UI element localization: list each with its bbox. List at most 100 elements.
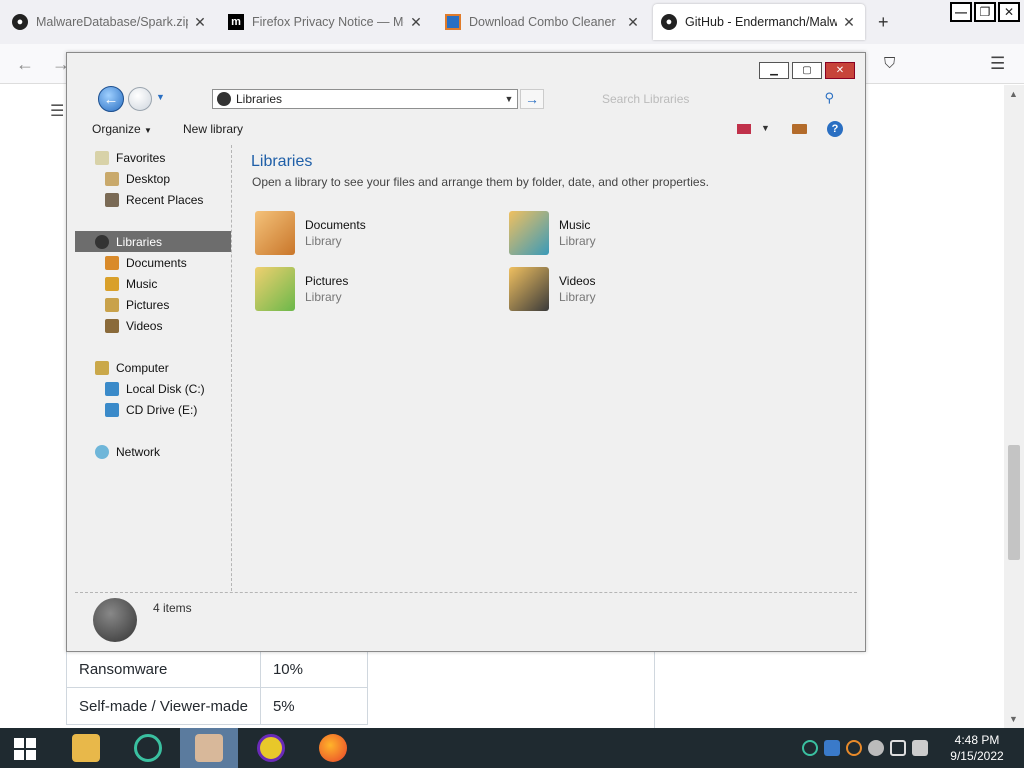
table-row: Ransomware 10%: [66, 650, 368, 688]
minimize-icon[interactable]: ▁: [759, 62, 789, 79]
view-options-icon[interactable]: [737, 124, 751, 134]
scroll-down-icon[interactable]: ▼: [1009, 714, 1018, 724]
taskbar-libraries-window[interactable]: [180, 728, 238, 768]
explorer-window-controls: ▁ ▢ ✕: [759, 62, 855, 79]
clock-time: 4:48 PM: [954, 733, 1000, 747]
nav-documents[interactable]: Documents: [105, 252, 187, 273]
nav-computer[interactable]: Computer: [95, 357, 169, 378]
page-scrollbar[interactable]: ▲ ▼: [1004, 85, 1024, 728]
library-item-documents[interactable]: Documents Library: [255, 211, 495, 259]
nav-desktop[interactable]: Desktop: [105, 168, 170, 189]
search-placeholder: Search Libraries: [602, 92, 690, 106]
taskbar-firefox[interactable]: [304, 728, 362, 768]
search-icon[interactable]: ⚲: [824, 90, 834, 106]
view-dropdown-icon[interactable]: ▼: [761, 123, 770, 133]
close-tab-icon[interactable]: ✕: [841, 14, 857, 31]
list-icon[interactable]: ☰: [50, 101, 64, 121]
pocket-icon[interactable]: ⛉: [884, 55, 895, 72]
minimize-icon[interactable]: —: [950, 2, 972, 22]
forward-button[interactable]: [128, 87, 152, 111]
nav-videos[interactable]: Videos: [105, 315, 162, 336]
music-library-icon: [509, 211, 549, 255]
pictures-icon: [105, 297, 119, 312]
address-bar[interactable]: Libraries ▼: [212, 89, 518, 109]
nav-network[interactable]: Network: [95, 441, 160, 462]
nav-music[interactable]: Music: [105, 273, 157, 294]
library-item-music[interactable]: Music Library: [509, 211, 749, 259]
close-tab-icon[interactable]: ✕: [192, 14, 208, 31]
go-arrow-button[interactable]: →: [520, 89, 544, 109]
nav-pictures[interactable]: Pictures: [105, 294, 169, 315]
network-tray-icon[interactable]: [890, 740, 906, 756]
help-icon[interactable]: ?: [827, 121, 843, 137]
back-button[interactable]: ←: [98, 86, 124, 112]
content-pane: Libraries Open a library to see your fil…: [233, 145, 858, 591]
desktop-icon: [105, 171, 119, 186]
documents-icon: [105, 255, 119, 270]
recent-places-icon: [105, 192, 119, 207]
firefox-icon: [319, 734, 347, 762]
close-icon[interactable]: ✕: [825, 62, 855, 79]
preview-pane-icon[interactable]: [792, 124, 807, 134]
organize-button[interactable]: Organize ▼: [92, 122, 152, 136]
tab-github-endermanch[interactable]: ● GitHub - Endermanch/Malwar ✕: [653, 4, 865, 40]
close-icon[interactable]: ✕: [998, 2, 1020, 22]
shield-tray-icon[interactable]: [824, 740, 840, 756]
new-library-button[interactable]: New library: [183, 122, 243, 136]
table-cell-value: 5%: [259, 687, 368, 725]
yahoo-messenger-icon: [257, 734, 285, 762]
tab-firefox-privacy[interactable]: m Firefox Privacy Notice — Moz ✕: [220, 4, 432, 40]
security-tray-icon[interactable]: [802, 740, 818, 756]
library-item-pictures[interactable]: Pictures Library: [255, 267, 495, 315]
address-dropdown-icon[interactable]: ▼: [501, 94, 517, 104]
search-tray-icon[interactable]: [846, 740, 862, 756]
taskbar-yahoo-messenger[interactable]: [242, 728, 300, 768]
recent-pages-dropdown-icon[interactable]: ▼: [156, 92, 165, 102]
nav-libraries[interactable]: Libraries: [75, 231, 231, 252]
menu-icon[interactable]: ☰: [990, 54, 1005, 74]
maximize-icon[interactable]: ▢: [792, 62, 822, 79]
nav-local-disk[interactable]: Local Disk (C:): [105, 378, 205, 399]
nav-recent-places[interactable]: Recent Places: [105, 189, 203, 210]
search-box[interactable]: Search Libraries ⚲: [596, 89, 840, 109]
scroll-up-icon[interactable]: ▲: [1009, 89, 1018, 99]
disk-drive-icon: [105, 381, 119, 396]
new-tab-icon[interactable]: +: [878, 12, 889, 33]
volume-tray-icon[interactable]: [912, 740, 928, 756]
nav-cd-drive[interactable]: CD Drive (E:): [105, 399, 197, 420]
music-icon: [105, 276, 119, 291]
restore-icon[interactable]: ❐: [974, 2, 996, 22]
taskbar-file-explorer[interactable]: [57, 728, 115, 768]
browser-window-controls: — ❐ ✕: [950, 2, 1020, 22]
library-item-videos[interactable]: Videos Library: [509, 267, 749, 315]
nav-favorites[interactable]: Favorites: [95, 147, 165, 168]
clock[interactable]: 4:48 PM 9/15/2022: [942, 732, 1012, 764]
documents-library-icon: [255, 211, 295, 255]
back-arrow-icon[interactable]: ←: [16, 54, 34, 75]
messenger-tray-icon[interactable]: [868, 740, 884, 756]
malware-category-table: Ransomware 10% Self-made / Viewer-made 5…: [66, 650, 368, 725]
taskbar-security-app[interactable]: [119, 728, 177, 768]
scrollbar-thumb[interactable]: [1008, 445, 1020, 560]
folder-icon: [72, 734, 100, 762]
computer-icon: [95, 360, 109, 375]
cd-drive-icon: [105, 402, 119, 417]
table-cell-category: Self-made / Viewer-made: [66, 687, 261, 725]
tab-malwaredatabase[interactable]: ● MalwareDatabase/Spark.zip at ✕: [4, 4, 216, 40]
videos-library-icon: [509, 267, 549, 311]
close-tab-icon[interactable]: ✕: [408, 14, 424, 31]
github-icon: ●: [661, 14, 677, 30]
star-icon: [95, 150, 109, 165]
taskbar: 4:48 PM 9/15/2022: [0, 728, 1024, 768]
libraries-large-icon: [93, 598, 137, 642]
shield-icon: [134, 734, 162, 762]
table-cell-value: 10%: [259, 650, 368, 688]
item-count: 4 items: [153, 601, 192, 615]
close-tab-icon[interactable]: ✕: [625, 14, 641, 31]
combo-cleaner-icon: [445, 14, 461, 30]
libraries-icon: [217, 92, 231, 106]
tab-combo-cleaner[interactable]: Download Combo Cleaner ✕: [437, 4, 649, 40]
pictures-library-icon: [255, 267, 295, 311]
clock-date: 9/15/2022: [950, 749, 1004, 763]
start-button[interactable]: [14, 738, 36, 760]
